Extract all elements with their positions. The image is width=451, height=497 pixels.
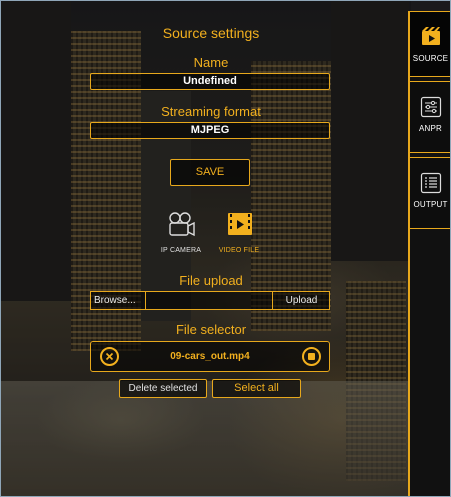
film-icon	[421, 27, 440, 45]
name-field[interactable]: Undefined	[90, 73, 330, 90]
video-file-option[interactable]: VIDEO FILE	[209, 211, 269, 254]
list-icon	[420, 172, 441, 194]
file-selector[interactable]: 09-cars_out.mp4	[90, 341, 330, 372]
file-selector-label: File selector	[175, 322, 247, 337]
sliders-icon	[420, 96, 441, 118]
tab-output-label: OUTPUT	[413, 200, 448, 209]
streaming-format-label: Streaming format	[161, 104, 261, 119]
browse-button[interactable]: Browse...	[91, 292, 146, 309]
file-upload-row: Browse... Upload	[90, 291, 330, 310]
ip-camera-icon	[169, 212, 195, 237]
delete-selected-button[interactable]: Delete selected	[119, 379, 207, 398]
stop-icon	[308, 353, 315, 360]
tab-anpr-label: ANPR	[418, 124, 443, 133]
ip-camera-label: IP CAMERA	[160, 247, 202, 254]
name-label: Name	[193, 55, 229, 70]
file-upload-label: File upload	[179, 273, 243, 288]
streaming-format-field[interactable]: MJPEG	[90, 122, 330, 139]
video-file-icon	[228, 213, 252, 235]
panel-title: Source settings	[162, 25, 260, 41]
ip-camera-option[interactable]: IP CAMERA	[151, 211, 211, 254]
select-all-button[interactable]: Select all	[212, 379, 301, 398]
tab-output[interactable]: OUTPUT	[410, 157, 450, 229]
upload-button[interactable]: Upload	[274, 292, 329, 309]
selected-file-name: 09-cars_out.mp4	[170, 351, 250, 362]
app-window: SOURCE ANPR OUTPUT Source settings Name …	[0, 0, 451, 497]
save-button[interactable]: SAVE	[170, 159, 250, 186]
video-file-label: VIDEO FILE	[218, 247, 260, 254]
stop-file-button[interactable]	[302, 347, 321, 366]
source-settings-panel: Source settings Name Undefined Streaming…	[1, 1, 406, 496]
upload-filename-field[interactable]	[147, 292, 273, 309]
